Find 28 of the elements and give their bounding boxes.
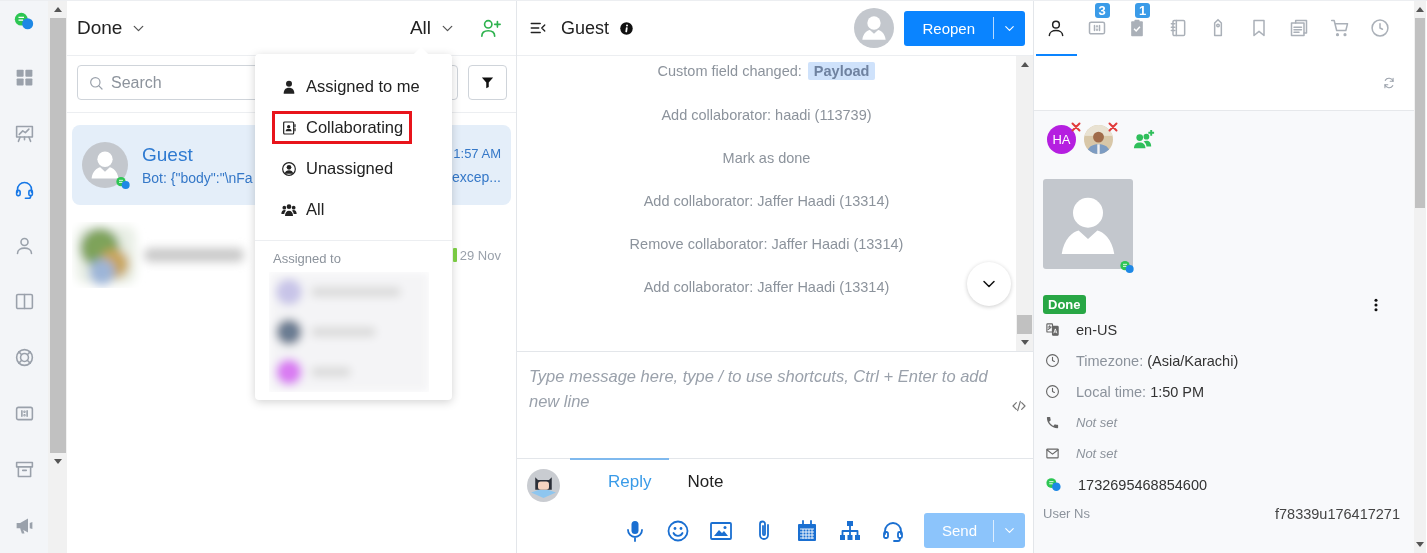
contact-name: Guest bbox=[142, 144, 194, 166]
event-text: Add collaborator: haadi (113739) bbox=[661, 107, 872, 123]
chat-title: Guest bbox=[561, 17, 610, 39]
section-label: Assigned to bbox=[272, 251, 342, 266]
detail-value: (Asia/Karachi) bbox=[1147, 352, 1239, 369]
event-text: Mark as done bbox=[722, 150, 811, 166]
detail-value: 1732695468854600 bbox=[1078, 476, 1208, 493]
status-badge: Done bbox=[1043, 295, 1086, 314]
attribute-label: User Ns bbox=[1043, 506, 1090, 522]
detail-label: Timezone: bbox=[1076, 352, 1144, 369]
event-text: Custom field changed: bbox=[657, 63, 802, 79]
event-text: Add collaborator: Jaffer Haadi (13314) bbox=[643, 279, 890, 295]
message-preview: excep... bbox=[451, 168, 501, 185]
attribute-value: f78339u176417271 bbox=[1275, 506, 1400, 522]
detail-label: Local time: bbox=[1076, 383, 1147, 400]
detail-value: Not set bbox=[1076, 415, 1118, 430]
event-text: Remove collaborator: Jaffer Haadi (13314) bbox=[629, 236, 904, 252]
conversation-time: 1:57 AM bbox=[453, 145, 501, 161]
detail-value: Not set bbox=[1076, 446, 1118, 461]
field-tag: Payload bbox=[807, 62, 876, 80]
event-text: Add collaborator: Jaffer Haadi (13314) bbox=[643, 193, 890, 209]
detail-value: 1:50 PM bbox=[1150, 383, 1205, 400]
message-preview: Bot: {"body":"\nFa bbox=[142, 170, 254, 186]
initials-avatar: HA bbox=[1047, 124, 1076, 154]
count-badge: 3 bbox=[1094, 3, 1110, 18]
count-badge: 1 bbox=[1135, 3, 1151, 18]
conversation-time: 29 Nov bbox=[459, 247, 501, 263]
detail-value: en-US bbox=[1076, 321, 1118, 338]
